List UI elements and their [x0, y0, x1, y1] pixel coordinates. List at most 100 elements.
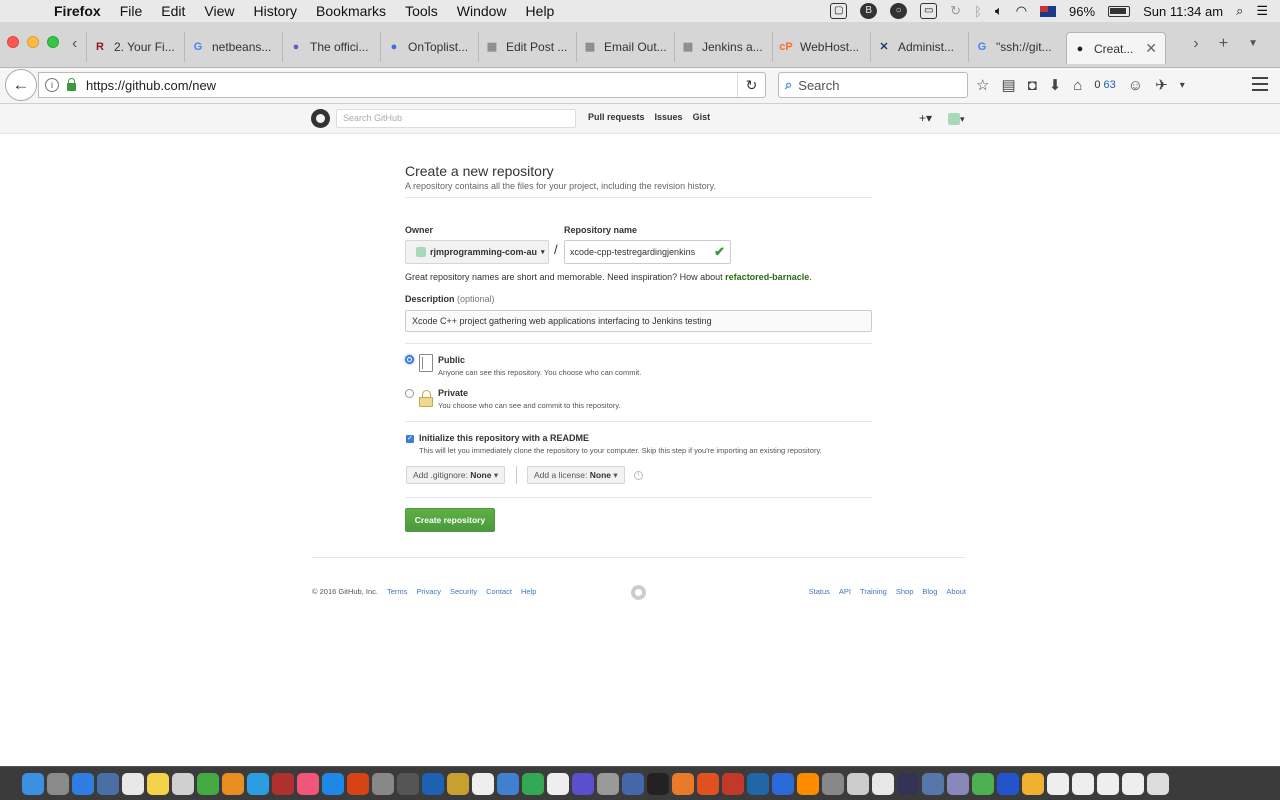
readme-checkbox[interactable]: ✓ [406, 435, 414, 443]
toolbar-overflow-icon[interactable]: ▾ [1180, 80, 1185, 91]
footer-link-shop[interactable]: Shop [896, 587, 914, 596]
public-radio[interactable] [405, 355, 414, 364]
menu-bookmarks[interactable]: Bookmarks [316, 3, 386, 19]
dock-app-icon[interactable] [347, 772, 369, 795]
dock-app-icon[interactable] [1047, 772, 1069, 795]
browser-tab[interactable]: G "ssh://git... [968, 32, 1066, 62]
dock-app-icon[interactable] [597, 772, 619, 795]
battery-percent[interactable]: 96% [1069, 4, 1095, 19]
bluetooth-icon[interactable]: ᛒ [974, 4, 982, 19]
browser-tab[interactable]: ● Creat... ✕ [1066, 32, 1166, 64]
extension-icon[interactable]: ✈ [1155, 76, 1168, 94]
dock-app-icon[interactable] [822, 772, 844, 795]
dock-app-icon[interactable] [1097, 772, 1119, 795]
input-source-flag-icon[interactable] [1040, 5, 1057, 17]
dock-app-icon[interactable] [72, 772, 94, 795]
record-icon[interactable]: ○ [890, 3, 908, 19]
bookmark-star-icon[interactable]: ☆ [976, 76, 989, 94]
github-search-input[interactable]: Search GitHub [336, 109, 576, 128]
browser-tab[interactable]: cP WebHost... [772, 32, 870, 62]
dock-app-icon[interactable] [972, 772, 994, 795]
dock-app-icon[interactable] [197, 772, 219, 795]
browser-tab[interactable]: ▦ Email Out... [576, 32, 674, 62]
page-info-icon[interactable]: i [45, 78, 59, 92]
downloads-icon[interactable]: ⬇ [1049, 76, 1062, 94]
dock-app-icon[interactable] [272, 772, 294, 795]
open-menu-icon[interactable] [1252, 77, 1268, 91]
footer-link-privacy[interactable]: Privacy [416, 587, 441, 596]
browser-tab[interactable]: ▦ Edit Post ... [478, 32, 576, 62]
dock-app-icon[interactable] [397, 772, 419, 795]
time-machine-icon[interactable]: ↻ [950, 3, 961, 19]
user-menu-dropdown[interactable]: ▾ [948, 111, 965, 125]
create-repository-button[interactable]: Create repository [405, 508, 495, 532]
create-new-dropdown[interactable]: +▾ [919, 111, 932, 125]
dock-app-icon[interactable] [522, 772, 544, 795]
menu-help[interactable]: Help [526, 3, 555, 19]
dock-app-icon[interactable] [647, 772, 669, 795]
dock-app-icon[interactable] [222, 772, 244, 795]
list-all-tabs-icon[interactable]: ▼ [1248, 38, 1258, 53]
dock-app-icon[interactable] [322, 772, 344, 795]
dock-app-icon[interactable] [422, 772, 444, 795]
wifi-icon[interactable]: ◠ [1016, 3, 1027, 19]
browser-search-input[interactable]: ⌕ Search [778, 72, 968, 98]
extension-counter[interactable]: 0 63 [1094, 79, 1115, 91]
dock-app-icon[interactable] [697, 772, 719, 795]
b-icon[interactable]: B [860, 3, 878, 19]
footer-link-api[interactable]: API [839, 587, 851, 596]
footer-link-security[interactable]: Security [450, 587, 477, 596]
avatar[interactable] [948, 112, 961, 125]
dock-app-icon[interactable] [997, 772, 1019, 795]
dock-app-icon[interactable] [297, 772, 319, 795]
footer-link-about[interactable]: About [946, 587, 966, 596]
dock-app-icon[interactable] [1022, 772, 1044, 795]
notification-center-icon[interactable]: ☰ [1256, 3, 1268, 19]
browser-tab[interactable]: ● The offici... [282, 32, 380, 62]
dock-app-icon[interactable] [472, 772, 494, 795]
menu-window[interactable]: Window [457, 3, 507, 19]
dock-app-icon[interactable] [772, 772, 794, 795]
airplay-icon[interactable]: ▭ [920, 3, 938, 19]
dropbox-icon[interactable]: ▢ [830, 3, 848, 19]
dock-app-icon[interactable] [1147, 772, 1169, 795]
github-octocat-icon[interactable] [311, 109, 330, 128]
footer-link-contact[interactable]: Contact [486, 587, 512, 596]
tabs-scroll-right-icon[interactable]: › [1193, 35, 1198, 53]
dock-app-icon[interactable] [97, 772, 119, 795]
dock-app-icon[interactable] [947, 772, 969, 795]
gitignore-dropdown[interactable]: Add .gitignore: None ▾ [406, 466, 506, 484]
dock-app-icon[interactable] [447, 772, 469, 795]
menu-view[interactable]: View [204, 3, 234, 19]
browser-tab[interactable]: ▦ Jenkins a... [674, 32, 772, 62]
browser-tab[interactable]: R 2. Your Fi... [86, 32, 184, 62]
dock-app-icon[interactable] [672, 772, 694, 795]
dock-app-icon[interactable] [572, 772, 594, 795]
name-suggestion-link[interactable]: refactored-barnacle [725, 272, 809, 282]
footer-link-status[interactable]: Status [809, 587, 830, 596]
reading-list-icon[interactable]: ▤ [1001, 76, 1015, 94]
description-input[interactable]: Xcode C++ project gathering web applicat… [405, 310, 872, 332]
new-tab-icon[interactable]: + [1219, 35, 1228, 53]
dock-app-icon[interactable] [897, 772, 919, 795]
dock-app-icon[interactable] [747, 772, 769, 795]
dock-app-icon[interactable] [172, 772, 194, 795]
dock-app-icon[interactable] [497, 772, 519, 795]
dock-app-icon[interactable] [1072, 772, 1094, 795]
clock[interactable]: Sun 11:34 am [1143, 4, 1223, 19]
dock-app-icon[interactable] [922, 772, 944, 795]
footer-link-blog[interactable]: Blog [922, 587, 937, 596]
pocket-icon[interactable]: ◘ [1028, 77, 1037, 94]
spotlight-icon[interactable]: ⌕ [1236, 3, 1243, 19]
menu-history[interactable]: History [253, 3, 297, 19]
footer-link-terms[interactable]: Terms [387, 587, 407, 596]
close-tab-icon[interactable]: ✕ [1145, 40, 1157, 57]
dock-app-icon[interactable] [22, 772, 44, 795]
dock-app-icon[interactable] [872, 772, 894, 795]
footer-link-training[interactable]: Training [860, 587, 887, 596]
chat-icon[interactable]: ☺ [1128, 77, 1143, 94]
url-bar[interactable]: i https://github.com/new ↻ [38, 72, 766, 98]
browser-tab[interactable]: Gnetbeans... [184, 32, 282, 62]
footer-octocat-icon[interactable] [631, 585, 646, 600]
license-dropdown[interactable]: Add a license: None ▾ [527, 466, 625, 484]
